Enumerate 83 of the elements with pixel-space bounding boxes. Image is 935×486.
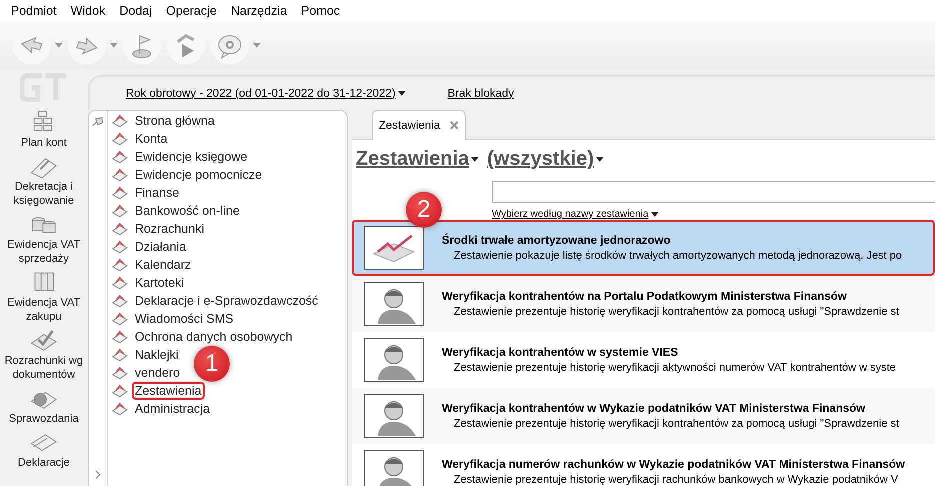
- document-stack-icon: [112, 276, 128, 290]
- document-stack-icon: [112, 222, 128, 236]
- nav-item[interactable]: Finanse: [108, 184, 182, 202]
- report-row[interactable]: Środki trwałe amortyzowane jednorazowo Zestawienie pokazuje listę środków trwałych amortyzowanych metodą jednorazową. Jest po: [352, 220, 935, 276]
- document-stack-icon: [112, 186, 128, 200]
- caret-icon: [398, 90, 406, 96]
- report-row[interactable]: Weryfikacja kontrahentów w Wykazie podatników VAT Ministerstwa Finansów Zestawienie prezentuje historię weryfikacji kontrahentów za pomocą usługi "Sprawdzenie st: [352, 388, 935, 444]
- filter-dropdown[interactable]: (wszystkie): [487, 148, 604, 171]
- sidebar-button[interactable]: Ewidencja VAT zakupu: [3, 268, 85, 324]
- nav-item[interactable]: vendero: [108, 364, 184, 382]
- nav-item[interactable]: Konta: [108, 130, 171, 148]
- caret-icon: [55, 43, 63, 49]
- document-stack-icon: [112, 330, 128, 344]
- nav-item[interactable]: Działania: [108, 238, 190, 256]
- nav-item[interactable]: Administracja: [108, 400, 214, 418]
- caret-icon: [253, 43, 261, 49]
- caret-icon: [110, 43, 118, 49]
- document-stack-icon: [112, 132, 128, 146]
- menu-item[interactable]: Podmiot: [4, 4, 64, 18]
- nav-item[interactable]: Ewidencje pomocnicze: [108, 166, 266, 184]
- step-number-badge: 2: [406, 192, 442, 228]
- caret-icon: [471, 156, 480, 162]
- report-description: Zestawienie prezentuje historię weryfikacji rachunków bankowych w Wykazie podatników V: [453, 474, 900, 486]
- menu-item[interactable]: Dodaj: [112, 4, 160, 18]
- category-dropdown[interactable]: Zestawienia: [356, 148, 480, 171]
- fiscal-year-dropdown[interactable]: Rok obrotowy - 2022 (od 01-01-2022 do 31-12-2022): [126, 88, 406, 100]
- document-stack-icon: [112, 114, 128, 128]
- document-stack-icon: [112, 168, 128, 182]
- sidebar-button[interactable]: Ewidencja VAT sprzedaży: [3, 210, 85, 266]
- menu-item[interactable]: Operacje: [159, 4, 224, 18]
- document-stack-icon: [112, 150, 128, 164]
- search-mode-dropdown[interactable]: Wybierz według nazwy zestawienia: [492, 209, 659, 220]
- caret-icon: [650, 212, 659, 218]
- person-icon: [364, 338, 424, 382]
- nav-item[interactable]: Deklaracje i e-Sprawozdawczość: [108, 292, 322, 310]
- report-row[interactable]: Weryfikacja kontrahentów na Portalu Podatkowym Ministerstwa Finansów Zestawienie prezentuje historię weryfikacji kontrahentów za pomocą usługi "Sprawdzenie st: [352, 276, 935, 332]
- step-number-badge: 1: [194, 346, 230, 382]
- report-description: Zestawienie prezentuje historię weryfikacji kontrahentów za pomocą usługi "Sprawdzenie st: [453, 306, 900, 318]
- report-title: Środki trwałe amortyzowane jednorazowo: [442, 234, 672, 246]
- menu-item[interactable]: Widok: [64, 4, 113, 18]
- document-stack-icon: [112, 240, 128, 254]
- document-stack-icon: [112, 312, 128, 326]
- document-stack-icon: [112, 348, 128, 362]
- menu-item[interactable]: Narzędzia: [224, 4, 294, 18]
- nav-item[interactable]: Wiadomości SMS: [108, 310, 237, 328]
- person-icon: [364, 394, 424, 438]
- report-title: Weryfikacja kontrahentów w systemie VIES: [442, 346, 680, 358]
- sidebar-button[interactable]: Plan kont: [3, 108, 85, 150]
- report-description: Zestawienie prezentuje historię weryfikacji kontrahentów za pomocą usługi "Sprawdzenie st: [453, 418, 900, 430]
- document-stack-icon: [112, 384, 128, 398]
- nav-item[interactable]: Bankowość on-line: [108, 202, 243, 220]
- nav-item[interactable]: Kartoteki: [108, 274, 188, 292]
- document-stack-icon: [112, 294, 128, 308]
- close-icon[interactable]: [450, 121, 459, 130]
- caret-icon: [596, 156, 604, 162]
- document-stack-icon: [112, 366, 128, 380]
- report-title: Weryfikacja kontrahentów na Portalu Podatkowym Ministerstwa Finansów: [442, 290, 848, 302]
- person-icon: [364, 450, 424, 486]
- nav-item[interactable]: Rozrachunki: [108, 220, 208, 238]
- report-title: Weryfikacja numerów rachunków w Wykazie podatników VAT Ministerstwa Finansów: [442, 458, 906, 470]
- nav-item[interactable]: Ochrona danych osobowych: [108, 328, 296, 346]
- line-chart-icon: [364, 226, 424, 270]
- lock-status-link[interactable]: Brak blokady: [448, 88, 514, 100]
- sidebar-button[interactable]: Rozrachunki wg dokumentów: [3, 326, 85, 382]
- pin-icon[interactable]: [92, 117, 104, 127]
- person-icon: [364, 282, 424, 326]
- document-stack-icon: [112, 402, 128, 416]
- sidebar-button[interactable]: Deklaracje: [3, 428, 85, 470]
- menu-item[interactable]: Pomoc: [294, 4, 348, 18]
- report-title: Weryfikacja kontrahentów w Wykazie podatników VAT Ministerstwa Finansów: [442, 402, 866, 414]
- chevron-right-icon[interactable]: [94, 470, 102, 480]
- sidebar-button[interactable]: Dekretacja i księgowanie: [3, 152, 85, 208]
- document-stack-icon: [112, 258, 128, 272]
- search-field[interactable]: [492, 181, 935, 203]
- sidebar-button[interactable]: Sprawozdania: [3, 384, 85, 426]
- nav-item[interactable]: Kalendarz: [108, 256, 194, 274]
- report-description: Zestawienie prezentuje historię weryfikacji aktywności numerów VAT kontrahentów w syste: [453, 362, 896, 374]
- tab[interactable]: Zestawienia: [372, 110, 466, 140]
- nav-item[interactable]: Strona główna: [108, 112, 218, 130]
- nav-item[interactable]: Naklejki: [108, 346, 182, 364]
- document-stack-icon: [112, 204, 128, 218]
- nav-item[interactable]: Ewidencje księgowe: [108, 148, 251, 166]
- report-description: Zestawienie pokazuje listę środków trwałych amortyzowanych metodą jednorazową. Jest po: [453, 250, 902, 262]
